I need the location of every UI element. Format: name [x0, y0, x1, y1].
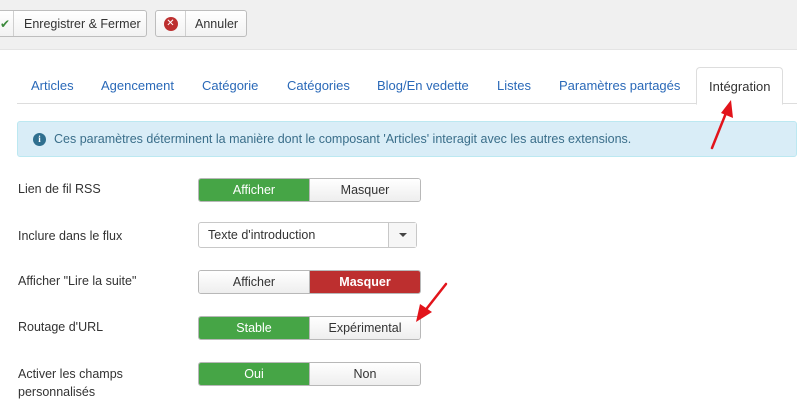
- custom-fields-label-line1: Activer les champs: [18, 367, 123, 381]
- custom-fields-label-line2: personnalisés: [18, 385, 96, 399]
- custom-fields-label: Activer les champs personnalisés: [18, 365, 123, 401]
- tab-agencement[interactable]: Agencement: [101, 67, 174, 104]
- tab-bar: Articles Agencement Catégorie Catégories…: [17, 67, 797, 105]
- info-alert: i Ces paramètres déterminent la manière …: [17, 121, 797, 157]
- tab-parametres-partages[interactable]: Paramètres partagés: [559, 67, 680, 104]
- cancel-circle-icon: ✕: [156, 11, 186, 36]
- rss-link-toggle: Afficher Masquer: [198, 178, 421, 202]
- check-icon: ✔: [0, 11, 14, 36]
- save-close-button[interactable]: ✔ Enregistrer & Fermer: [0, 10, 147, 37]
- url-routing-label: Routage d'URL: [18, 320, 104, 334]
- tab-listes[interactable]: Listes: [497, 67, 531, 104]
- url-routing-experimental-option[interactable]: Expérimental: [309, 317, 420, 339]
- alert-text: Ces paramètres déterminent la manière do…: [54, 132, 632, 146]
- save-close-label: Enregistrer & Fermer: [24, 16, 141, 31]
- read-more-toggle: Afficher Masquer: [198, 270, 421, 294]
- cancel-button[interactable]: ✕ Annuler: [155, 10, 247, 37]
- include-in-feed-select[interactable]: Texte d'introduction: [198, 222, 417, 248]
- tab-categories[interactable]: Catégories: [287, 67, 350, 104]
- toolbar: ✔ Enregistrer & Fermer ✕ Annuler: [0, 0, 797, 50]
- url-routing-toggle: Stable Expérimental: [198, 316, 421, 340]
- rss-link-label: Lien de fil RSS: [18, 182, 101, 196]
- info-icon: i: [33, 132, 46, 146]
- rss-link-hide-option[interactable]: Masquer: [309, 179, 420, 201]
- tab-integration[interactable]: Intégration: [696, 67, 784, 105]
- include-in-feed-label: Inclure dans le flux: [18, 229, 123, 243]
- include-in-feed-value: Texte d'introduction: [208, 228, 316, 242]
- custom-fields-toggle: Oui Non: [198, 362, 421, 386]
- rss-link-show-option[interactable]: Afficher: [199, 179, 309, 201]
- tab-blog-en-vedette[interactable]: Blog/En vedette: [377, 67, 469, 104]
- url-routing-stable-option[interactable]: Stable: [199, 317, 309, 339]
- read-more-hide-option[interactable]: Masquer: [309, 271, 420, 293]
- page: ✔ Enregistrer & Fermer ✕ Annuler Article…: [0, 0, 797, 420]
- tab-categorie[interactable]: Catégorie: [202, 67, 258, 104]
- custom-fields-no-option[interactable]: Non: [309, 363, 420, 385]
- chevron-down-icon[interactable]: [388, 223, 416, 247]
- read-more-label: Afficher "Lire la suite": [18, 274, 137, 288]
- read-more-show-option[interactable]: Afficher: [199, 271, 309, 293]
- cancel-label: Annuler: [195, 16, 239, 31]
- tab-articles[interactable]: Articles: [31, 67, 74, 104]
- custom-fields-yes-option[interactable]: Oui: [199, 363, 309, 385]
